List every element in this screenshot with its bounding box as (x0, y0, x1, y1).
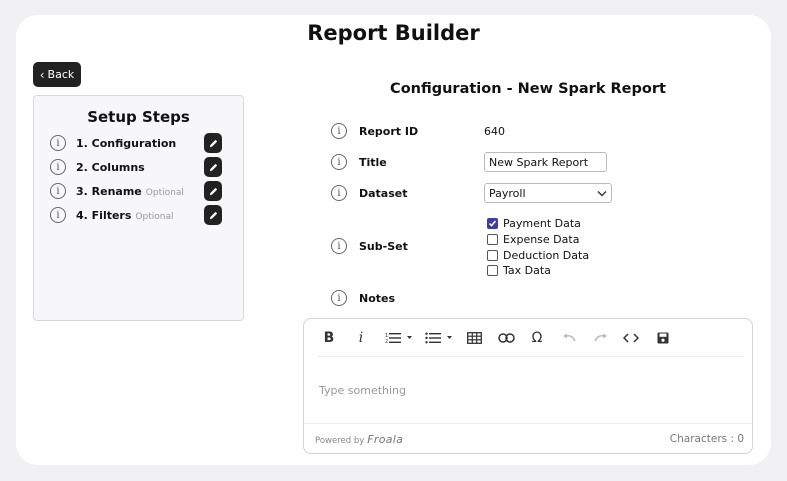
unordered-list-icon[interactable] (424, 328, 456, 348)
notes-label: Notes (359, 291, 396, 305)
step-label: 1. Configuration (76, 136, 177, 150)
dataset-label: Dataset (359, 186, 408, 200)
froala-logo: Froala (367, 433, 404, 446)
special-character-icon[interactable]: Ω (530, 328, 544, 348)
pencil-icon (209, 139, 217, 147)
info-icon[interactable]: i (331, 185, 347, 201)
row-title: i Title (331, 152, 387, 172)
ordered-list-icon[interactable]: 12 (384, 328, 416, 348)
report-id-label: Report ID (359, 124, 419, 138)
save-icon[interactable] (656, 328, 670, 348)
subset-option-label: Expense Data (503, 232, 580, 246)
info-icon[interactable]: i (331, 154, 347, 170)
editor-footer: Powered by Froala Characters : 0 (304, 423, 752, 453)
powered-by[interactable]: Powered by Froala (315, 433, 403, 446)
info-icon[interactable]: i (50, 135, 66, 151)
info-icon[interactable]: i (331, 290, 347, 306)
subset-option-label: Payment Data (503, 216, 581, 230)
page-title: Report Builder (307, 21, 480, 45)
setup-steps-title: Setup Steps (87, 108, 190, 126)
row-subset: i Sub-Set (331, 236, 408, 256)
row-dataset: i Dataset (331, 183, 408, 203)
checkbox-checked[interactable] (487, 217, 498, 229)
notes-editor: B i 12 Ω Type something Powered by Froal… (303, 318, 753, 454)
checkbox[interactable] (487, 249, 498, 261)
setup-steps-panel: Setup Steps i 1. Configuration i 2. Colu… (33, 95, 244, 321)
info-icon[interactable]: i (50, 207, 66, 223)
step-columns: i 2. Columns (50, 157, 222, 177)
undo-icon[interactable] (561, 328, 577, 348)
subset-option-payment[interactable]: Payment Data (487, 216, 581, 230)
checkbox[interactable] (487, 264, 498, 276)
back-button-label: Back (47, 68, 75, 81)
pencil-icon (209, 187, 217, 195)
info-icon[interactable]: i (50, 159, 66, 175)
info-icon[interactable]: i (331, 238, 347, 254)
form-title: Configuration - New Spark Report (390, 81, 666, 97)
row-report-id: i Report ID (331, 121, 418, 141)
back-button[interactable]: ‹ Back (33, 62, 81, 87)
edit-step-button[interactable] (204, 181, 222, 201)
dataset-select[interactable]: Payroll (484, 183, 612, 203)
editor-toolbar: B i 12 Ω (304, 319, 752, 356)
title-input[interactable]: New Spark Report (484, 152, 607, 172)
subset-option-expense[interactable]: Expense Data (487, 232, 579, 246)
link-icon[interactable] (497, 328, 515, 348)
chevron-down-icon (597, 190, 607, 196)
report-id-value: 640 (484, 125, 505, 138)
pencil-icon (209, 211, 217, 219)
check-icon (488, 220, 497, 227)
step-rename: i 3. Rename Optional (50, 181, 222, 201)
checkbox[interactable] (487, 233, 498, 245)
title-label: Title (359, 155, 387, 169)
step-filters: i 4. Filters Optional (50, 205, 222, 225)
step-label: 3. Rename Optional (76, 184, 184, 198)
code-view-icon[interactable] (623, 328, 639, 348)
optional-tag: Optional (145, 187, 184, 198)
bold-icon[interactable]: B (322, 328, 336, 348)
edit-step-button[interactable] (204, 205, 222, 225)
subset-label: Sub-Set (359, 239, 408, 253)
optional-tag: Optional (135, 211, 174, 222)
powered-by-label: Powered by (315, 436, 365, 446)
step-label: 2. Columns (76, 160, 145, 174)
pencil-icon (209, 163, 217, 171)
table-icon[interactable] (466, 328, 482, 348)
edit-step-button[interactable] (204, 133, 222, 153)
dataset-selected-value: Payroll (489, 186, 526, 200)
subset-option-label: Deduction Data (503, 248, 590, 262)
character-count: Characters : 0 (669, 433, 744, 445)
subset-option-tax[interactable]: Tax Data (487, 263, 551, 277)
step-label: 4. Filters Optional (76, 208, 174, 222)
editor-placeholder[interactable]: Type something (319, 384, 406, 397)
subset-option-label: Tax Data (503, 263, 551, 277)
subset-option-deduction[interactable]: Deduction Data (487, 248, 589, 262)
step-configuration: i 1. Configuration (50, 133, 222, 153)
toolbar-divider (318, 356, 744, 357)
info-icon[interactable]: i (331, 123, 347, 139)
edit-step-button[interactable] (204, 157, 222, 177)
redo-icon[interactable] (592, 328, 608, 348)
info-icon[interactable]: i (50, 183, 66, 199)
row-notes: i Notes (331, 288, 395, 308)
italic-icon[interactable]: i (354, 328, 368, 348)
svg-text:2: 2 (385, 339, 388, 345)
chevron-left-icon: ‹ (39, 67, 45, 82)
